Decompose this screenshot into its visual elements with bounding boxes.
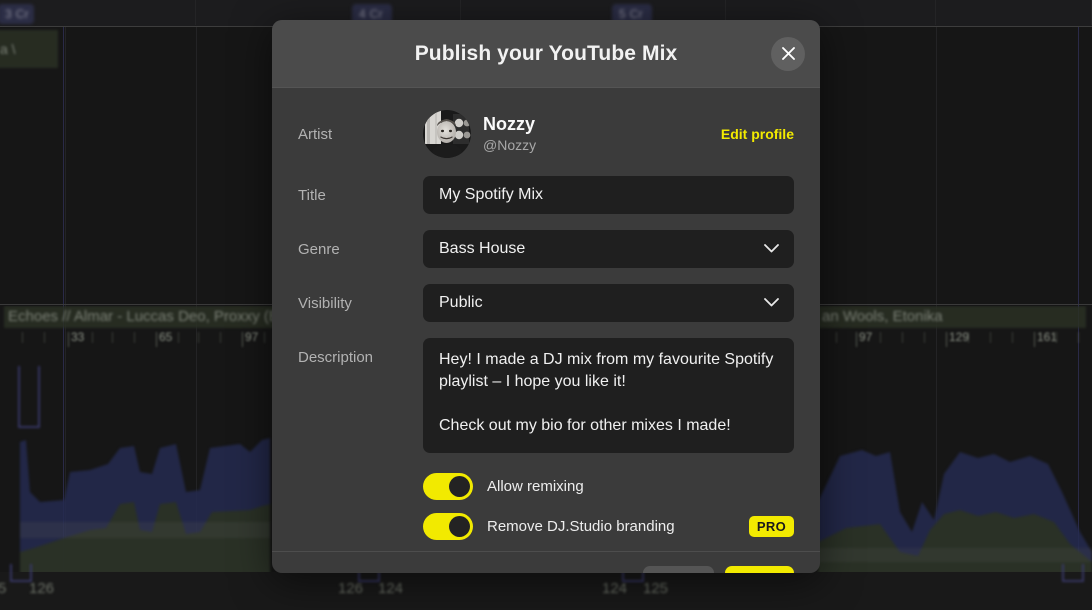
artist-label: Artist [298, 125, 333, 143]
close-icon[interactable] [771, 36, 805, 71]
description-textarea[interactable] [423, 338, 794, 453]
artist-name: Nozzy [483, 114, 536, 135]
allow-remixing-toggle[interactable] [423, 472, 473, 500]
edit-profile-button[interactable]: Edit profile [721, 126, 794, 142]
title-label: Title [298, 187, 326, 204]
allow-remixing-label: Allow remixing [487, 477, 584, 495]
allow-remixing-row: Allow remixing [423, 471, 794, 501]
genre-select[interactable]: Bass House [423, 230, 794, 268]
genre-label: Genre [298, 241, 340, 258]
visibility-select[interactable]: Public [423, 284, 794, 322]
chevron-down-icon [764, 230, 779, 268]
remove-branding-label: Remove DJ.Studio branding [487, 517, 675, 535]
genre-row: Genre Bass House [298, 230, 794, 268]
avatar[interactable] [423, 110, 471, 158]
chevron-down-icon [764, 284, 779, 322]
dialog-title: Publish your YouTube Mix [414, 41, 678, 65]
description-row: Description [298, 338, 794, 453]
back-button[interactable]: Back [642, 566, 715, 573]
dialog-header: Publish your YouTube Mix [272, 20, 820, 88]
genre-value: Bass House [439, 240, 526, 257]
next-button[interactable]: Next [725, 566, 794, 573]
dialog-body: Artist Nozzy @Nozzy Edit profile Title M… [272, 88, 820, 551]
visibility-value: Public [439, 294, 483, 311]
remove-branding-toggle[interactable] [423, 512, 473, 540]
publish-youtube-mix-dialog: Publish your YouTube Mix Artist Nozzy @N… [272, 20, 820, 573]
remove-branding-row: Remove DJ.Studio branding PRO [423, 511, 794, 541]
title-row: Title [298, 176, 794, 214]
pro-badge[interactable]: PRO [748, 515, 794, 537]
title-input[interactable] [423, 176, 794, 214]
artist-row: Artist Nozzy @Nozzy Edit profile [298, 110, 794, 158]
avatar-photo [423, 110, 471, 158]
visibility-row: Visibility Public [298, 284, 794, 322]
modal-overlay: Publish your YouTube Mix Artist Nozzy @N… [0, 0, 1092, 610]
toggle-knob [449, 515, 470, 537]
description-label: Description [298, 349, 374, 366]
close-glyph [781, 47, 795, 60]
dialog-footer: Back Next [272, 551, 820, 573]
visibility-label: Visibility [298, 295, 352, 312]
toggle-knob [449, 475, 470, 497]
artist-handle: @Nozzy [483, 136, 537, 153]
